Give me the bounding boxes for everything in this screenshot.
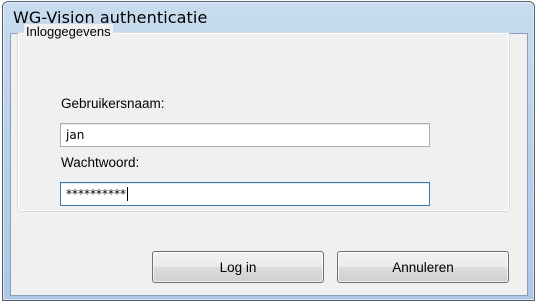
text-caret — [127, 187, 128, 201]
login-button-label: Log in — [219, 259, 257, 275]
cancel-button-label: Annuleren — [392, 259, 454, 275]
username-label: Gebruikersnaam: — [61, 96, 165, 111]
password-label: Wachtwoord: — [61, 155, 140, 170]
cancel-button[interactable]: Annuleren — [337, 251, 509, 283]
password-input[interactable]: ********** — [60, 182, 430, 206]
username-value: jan — [66, 128, 85, 142]
username-input[interactable]: jan — [60, 123, 430, 147]
groupbox-legend: Inloggegevens — [24, 24, 113, 39]
password-value: ********** — [66, 187, 126, 201]
login-button[interactable]: Log in — [152, 251, 324, 283]
